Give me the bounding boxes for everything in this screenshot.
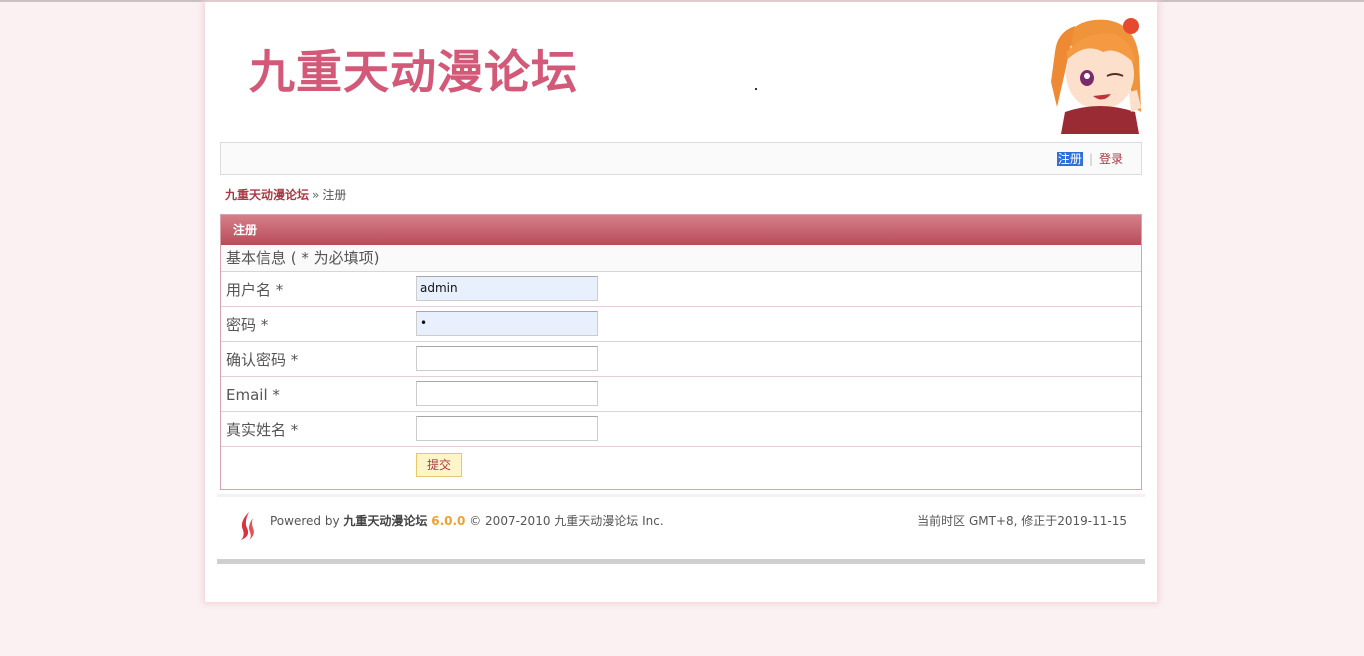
username-label: 用户名 * [226,281,284,299]
anime-mascot-icon [1051,18,1141,134]
username-input[interactable]: admin [416,276,598,301]
powered-by-text: Powered by 九重天动漫论坛 6.0.0 © 2007-2010 九重天… [270,512,664,529]
section-label: 基本信息 ( * 为必填项) [226,249,380,267]
realname-input[interactable] [416,416,598,441]
register-form-panel: 注册 基本信息 ( * 为必填项) 用户名 * admin 密码 * • 确认密… [220,214,1142,490]
nav-register-link[interactable]: 注册 [1056,152,1083,166]
confirm-password-label: 确认密码 * [226,351,299,369]
realname-label: 真实姓名 * [226,421,299,439]
form-row-realname: 真实姓名 * [221,412,1141,447]
breadcrumb-home-link[interactable]: 九重天动漫论坛 [225,188,309,202]
form-section-header: 基本信息 ( * 为必填项) [221,245,1141,272]
breadcrumb-current: 注册 [322,188,347,202]
breadcrumb-separator: » [312,188,320,202]
product-link[interactable]: 九重天动漫论坛 [343,514,427,528]
forum-logo[interactable]: 九重天动漫论坛 [249,42,578,102]
form-title: 注册 [221,215,1141,245]
breadcrumb: 九重天动漫论坛» 注册 [225,186,346,203]
footer-divider [217,494,1145,497]
flame-logo-icon [241,512,254,540]
confirm-password-input[interactable] [416,346,598,371]
password-label: 密码 * [226,316,269,334]
powered-prefix: Powered by [270,514,340,528]
nav-login-link[interactable]: 登录 [1099,152,1123,166]
page-container: 九重天动漫论坛 注册 | 登录 九重天动漫论坛» 注册 注册 基本信息 ( * 为必填… [205,2,1157,602]
header-dot [755,88,757,90]
nav-links: 注册 | 登录 [1056,152,1123,166]
footer-bottom-bar [217,559,1145,564]
form-row-username: 用户名 * admin [221,272,1141,307]
form-row-password: 密码 * • [221,307,1141,342]
nav-divider: | [1088,152,1093,166]
submit-button[interactable]: 提交 [416,453,462,477]
copyright-text: © 2007-2010 九重天动漫论坛 Inc. [469,514,664,528]
timezone-info: 当前时区 GMT+8, 修正于2019-11-15 [917,514,1127,528]
email-label: Email * [226,386,280,404]
password-input[interactable]: • [416,311,598,336]
form-row-confirm-password: 确认密码 * [221,342,1141,377]
nav-bar: 注册 | 登录 [220,142,1142,175]
version-text: 6.0.0 [431,514,466,528]
form-row-email: Email * [221,377,1141,412]
email-input[interactable] [416,381,598,406]
form-row-submit: 提交 [221,447,1141,483]
